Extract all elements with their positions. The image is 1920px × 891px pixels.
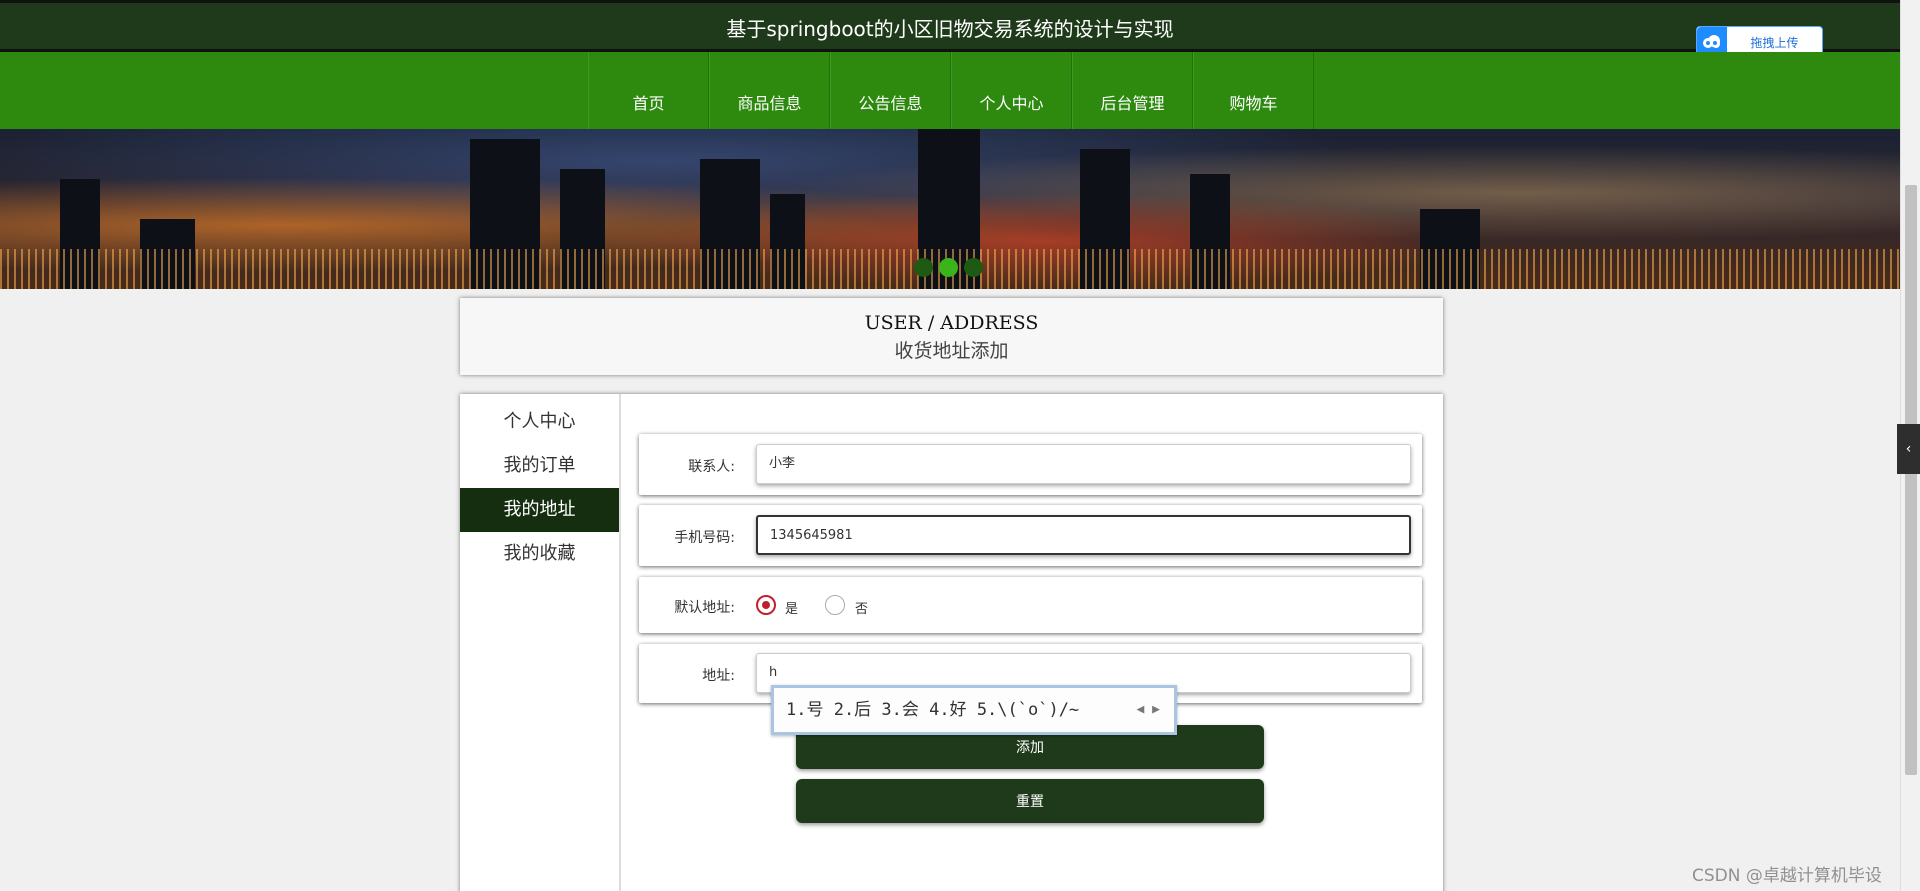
- carousel-indicators: [914, 258, 983, 277]
- carousel-dot-active[interactable]: [939, 258, 958, 277]
- nav-item-cart[interactable]: 购物车: [1193, 52, 1314, 129]
- nav-item-admin[interactable]: 后台管理: [1072, 52, 1193, 129]
- page-heading-cn: 收货地址添加: [894, 340, 1009, 362]
- banner-carousel: [0, 129, 1900, 289]
- watermark: CSDN @卓越计算机毕设: [1692, 866, 1882, 886]
- main-nav: 首页 商品信息 公告信息 个人中心 后台管理 购物车: [0, 52, 1900, 129]
- contact-label: 联系人:: [688, 459, 735, 475]
- carousel-dot[interactable]: [964, 258, 983, 277]
- site-title: 基于springboot的小区旧物交易系统的设计与实现: [726, 17, 1174, 41]
- phone-label: 手机号码:: [674, 530, 735, 546]
- page-heading-en: USER / ADDRESS: [864, 312, 1039, 334]
- user-side-menu: 个人中心 我的订单 我的地址 我的收藏: [460, 394, 621, 891]
- chevron-left-icon[interactable]: ‹: [1897, 424, 1920, 474]
- carousel-dot[interactable]: [914, 258, 933, 277]
- default-no-label: 否: [855, 602, 869, 617]
- form-row-contact: 联系人: 小李: [639, 434, 1422, 495]
- side-menu-item-my-address[interactable]: 我的地址: [460, 488, 619, 532]
- ime-candidate-popup[interactable]: 1.号 2.后 3.会 4.好 5.\(`o`)/~ ◀ ▶: [771, 685, 1177, 735]
- default-address-label: 默认地址:: [674, 600, 735, 616]
- header-bar: 基于springboot的小区旧物交易系统的设计与实现: [0, 0, 1900, 52]
- form-row-default-address: 默认地址: 是 否: [639, 577, 1422, 633]
- form-row-phone: 手机号码: 1345645981: [639, 505, 1422, 566]
- default-no-radio[interactable]: [825, 595, 845, 615]
- address-label: 地址:: [702, 668, 735, 684]
- default-yes-label: 是: [785, 602, 799, 617]
- page-heading-card: USER / ADDRESS 收货地址添加: [460, 298, 1443, 375]
- nav-item-notices[interactable]: 公告信息: [830, 52, 951, 129]
- phone-input[interactable]: 1345645981: [756, 515, 1411, 555]
- contact-input[interactable]: 小李: [756, 444, 1411, 484]
- ime-page-arrows-icon[interactable]: ◀ ▶: [1137, 688, 1160, 732]
- side-menu-item-my-orders[interactable]: 我的订单: [460, 444, 619, 488]
- nav-item-products[interactable]: 商品信息: [709, 52, 830, 129]
- nav-item-personal-center[interactable]: 个人中心: [951, 52, 1072, 129]
- nav-item-home[interactable]: 首页: [588, 52, 709, 129]
- default-yes-radio[interactable]: [756, 595, 776, 615]
- drag-upload-label: 拖拽上传: [1750, 35, 1799, 50]
- reset-button[interactable]: 重置: [796, 779, 1264, 823]
- ime-candidates[interactable]: 1.号 2.后 3.会 4.好 5.\(`o`)/~: [786, 700, 1079, 720]
- side-menu-item-my-favorites[interactable]: 我的收藏: [460, 532, 619, 576]
- scrollbar-thumb[interactable]: [1905, 185, 1917, 775]
- side-menu-item-personal-center[interactable]: 个人中心: [460, 400, 619, 444]
